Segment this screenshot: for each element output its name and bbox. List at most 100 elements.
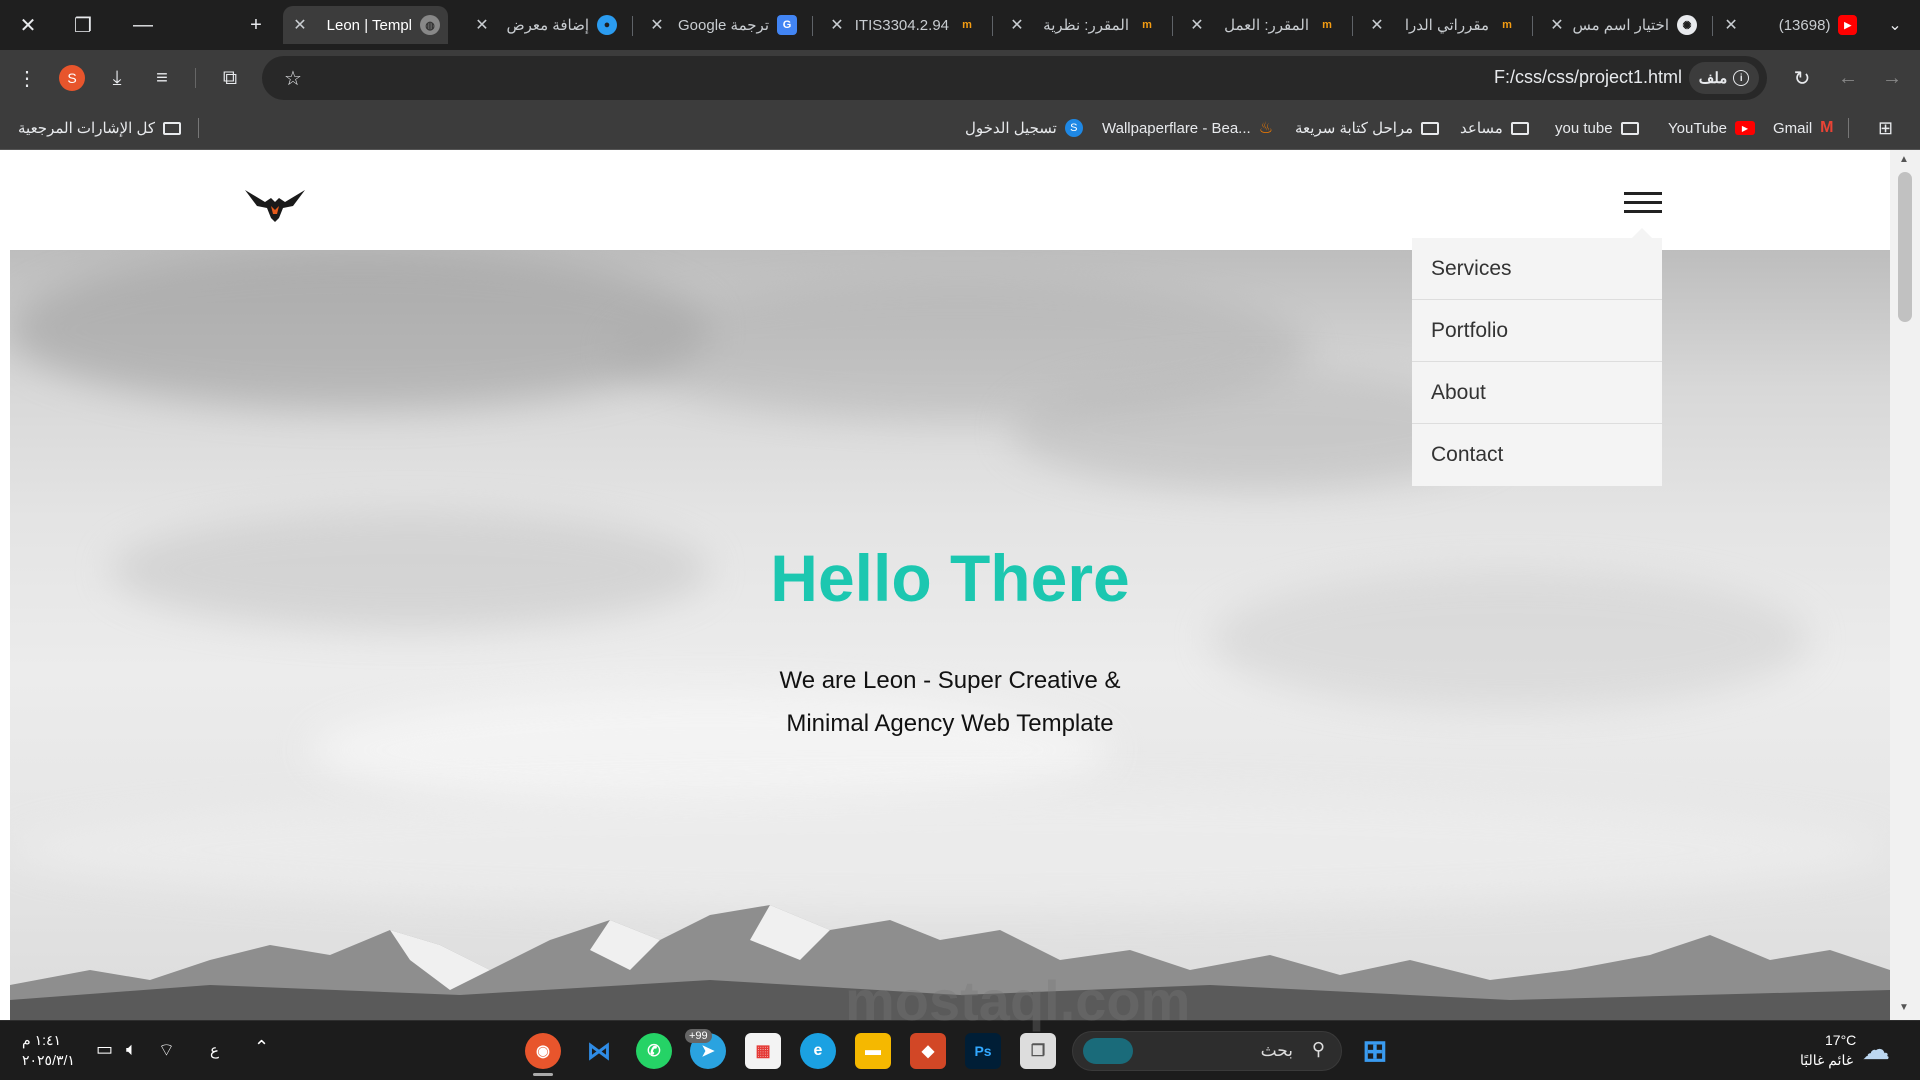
photoshop-taskbar-icon[interactable]: Ps [965,1033,1001,1069]
tab-title: إضافة معرض [506,17,589,34]
battery-icon[interactable]: ▭ [96,1039,113,1060]
page-viewport: Hello There We are Leon - Super Creative… [0,150,1920,1020]
forward-icon[interactable]: → [1876,62,1908,94]
tab-title: Leon | Templ [326,16,412,34]
tray-chevron-icon[interactable]: ⌃ [254,1037,269,1058]
tab-gallery[interactable]: ● إضافة معرض ✕ [465,6,625,44]
weather-desc[interactable]: غائم غالبًا [1800,1052,1853,1069]
whatsapp-taskbar-icon[interactable]: ✆ [636,1033,672,1069]
tab-youtube[interactable]: ▶ (13698) ✕ [1720,6,1865,44]
volume-icon[interactable]: 🔈︎ [126,1039,137,1060]
tab-title: (13698) [1778,16,1831,34]
restore-window-button[interactable]: ❐ [60,7,106,43]
close-tab-icon[interactable]: ✕ [1720,15,1742,35]
close-tab-icon[interactable]: ✕ [1185,15,1209,35]
close-tab-icon[interactable]: ✕ [288,15,312,35]
tab-leon[interactable]: ◍ Leon | Templ ✕ [283,6,448,44]
bookmark-writing-stages[interactable]: مراحل كتابة سريعة [1295,116,1440,140]
edge-taskbar-icon[interactable]: e [800,1033,836,1069]
scrollbar-thumb[interactable] [1898,172,1912,322]
minimize-window-button[interactable]: — [120,7,166,43]
folder-icon [163,121,181,135]
bookmark-assistant[interactable]: مساعد [1460,116,1529,140]
tab-separator [992,16,993,36]
language-indicator[interactable]: ع [210,1041,219,1059]
hero-title: Hello There [770,541,1130,615]
kebab-menu-icon[interactable]: ⋮ [11,62,43,94]
tab-title: اختيار اسم مس [1572,17,1669,34]
bookmark-label: Wallpaperflare - Bea... [1102,119,1251,137]
tab-separator [1352,16,1353,36]
site-chip-label: ملف [1698,70,1728,87]
omnibox[interactable]: ☆ F:/css/css/project1.html ملف i [262,56,1767,100]
close-tab-icon[interactable]: ✕ [1365,15,1389,35]
weather-temp[interactable]: 17°C [1825,1032,1856,1048]
tab-search-chevron-icon[interactable]: ⌄ [1872,7,1918,43]
bookmark-divider [1848,118,1849,138]
store-taskbar-icon[interactable]: ▦ [745,1033,781,1069]
hero-subtitle-line2: Minimal Agency Web Template [786,710,1114,737]
tab-separator [1172,16,1173,36]
reload-icon[interactable]: ↻ [1786,62,1818,94]
page-scrollbar[interactable]: ▲ ▼ [1890,150,1920,1020]
tab-title: مقرراتي الدرا [1404,17,1489,34]
windows-app-taskbar-icon[interactable]: ❐ [1020,1033,1056,1069]
bookmark-wallpaperflare[interactable]: Wallpaperflare - Bea... ♨ [1102,116,1273,140]
new-tab-button[interactable]: + [233,7,279,43]
bookmark-youtube[interactable]: YouTube ▶ [1668,116,1755,140]
cloud-weather-icon[interactable]: ☁ [1862,1033,1890,1066]
menu-item-contact[interactable]: Contact [1412,424,1662,486]
bookmark-label: you tube [1555,119,1613,137]
tab-course-theory[interactable]: m المقرر: نظرية ✕ [1000,6,1165,44]
close-window-button[interactable]: ✕ [5,7,51,43]
profile-avatar[interactable]: S [56,62,88,94]
office-taskbar-icon[interactable]: ◆ [910,1033,946,1069]
bookmark-login[interactable]: تسجيل الدخول S [965,116,1083,140]
tab-itis[interactable]: m 94.ITIS3304.2 ✕ [820,6,985,44]
windows-start-icon[interactable]: ⊞ [1357,1033,1393,1069]
eagle-logo-icon[interactable] [243,188,307,222]
menu-item-services[interactable]: Services [1412,238,1662,300]
close-tab-icon[interactable]: ✕ [1005,15,1029,35]
scroll-up-icon[interactable]: ▲ [1899,154,1909,165]
folder-icon [1620,121,1639,135]
extensions-icon[interactable]: ⧉ [214,62,246,94]
clock-time[interactable]: ١:٤١ م [22,1032,61,1049]
taskbar-search[interactable]: بحث ⚲ [1072,1031,1342,1071]
menu-item-portfolio[interactable]: Portfolio [1412,300,1662,362]
hamburger-menu-button[interactable] [1624,192,1662,214]
toolbar-divider [195,68,196,88]
tab-title: المقرر: نظرية [1043,17,1129,34]
moodle-icon: m [1322,19,1332,31]
back-icon[interactable]: ← [1832,62,1864,94]
clock-date[interactable]: ٢٠٢٥/٣/١ [22,1052,75,1069]
bookmark-star-icon[interactable]: ☆ [277,62,309,94]
bookmark-gmail[interactable]: Gmail M [1773,116,1834,140]
profile-initial: S [59,65,85,91]
wifi-icon[interactable]: ⌔ [158,1039,175,1062]
menu-item-about[interactable]: About [1412,362,1662,424]
bookmark-you-tube-folder[interactable]: you tube [1555,116,1639,140]
youtube-icon: ▶ [1838,15,1857,35]
tab-translate[interactable]: G ترجمة Google ✕ [640,6,805,44]
file-explorer-taskbar-icon[interactable]: ▬ [855,1033,891,1069]
scroll-down-icon[interactable]: ▼ [1899,1002,1909,1013]
close-tab-icon[interactable]: ✕ [470,15,494,35]
close-tab-icon[interactable]: ✕ [825,15,849,35]
site-header [0,150,1890,250]
search-placeholder: بحث [1260,1041,1293,1060]
site-info-chip[interactable]: ملف i [1689,62,1759,94]
download-icon[interactable]: ⤓ [101,62,133,94]
tab-my-courses[interactable]: m مقرراتي الدرا ✕ [1360,6,1525,44]
bookmark-divider [198,118,199,138]
bookmark-label: مساعد [1460,120,1503,137]
close-tab-icon[interactable]: ✕ [1545,15,1569,35]
tab-course-work[interactable]: m المقرر: العمل ✕ [1180,6,1345,44]
chrome-taskbar-icon[interactable]: ◉ [525,1033,561,1069]
reading-list-icon[interactable]: ≡ [146,62,178,94]
apps-grid-icon[interactable]: ⊞ [1878,116,1893,140]
tab-name-choice[interactable]: ✺ اختيار اسم مس ✕ [1540,6,1705,44]
vscode-taskbar-icon[interactable]: ⋈ [581,1033,617,1069]
close-tab-icon[interactable]: ✕ [645,15,669,35]
all-bookmarks-folder[interactable]: كل الإشارات المرجعية [18,116,181,140]
